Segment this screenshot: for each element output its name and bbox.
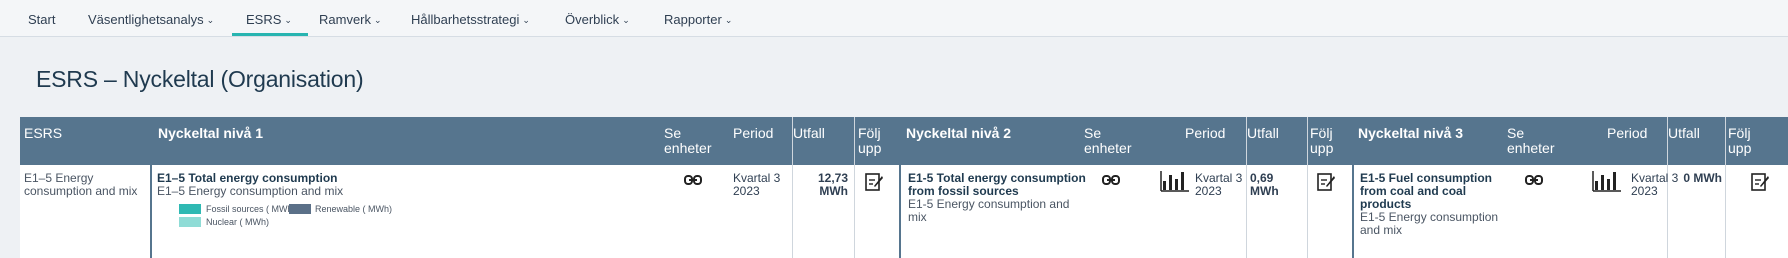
level1-period: Kvartal 3 2023	[733, 172, 780, 198]
header-text: upp	[858, 140, 882, 156]
header-text: enheter	[1507, 140, 1555, 156]
header-text: enheter	[664, 140, 712, 156]
nav-esrs[interactable]: ESRS ⌄	[232, 0, 308, 36]
period-line: 2023	[1195, 184, 1222, 198]
level2-kpi-cell[interactable]: E1-5 Total energy consumption from fossi…	[908, 172, 1088, 224]
header-se-enheter-2: Se enheter	[1084, 126, 1131, 156]
header-text: Följ	[1310, 125, 1333, 141]
header-se-enheter-1: Se enheter	[664, 126, 711, 156]
bar-chart-icon[interactable]	[1160, 170, 1190, 195]
header-text: upp	[1310, 140, 1334, 156]
level3-kpi-sub: and mix	[1360, 223, 1403, 237]
header-utfall-3: Utfall	[1668, 125, 1700, 141]
legend-swatch-nuclear	[179, 217, 201, 227]
period-line: 2023	[1631, 184, 1658, 198]
page-title: ESRS – Nyckeltal (Organisation)	[36, 66, 364, 92]
column-divider	[792, 117, 793, 258]
nav-label: Ramverk	[319, 12, 372, 27]
level1-kpi-sub: E1–5 Energy consumption and mix	[157, 184, 344, 198]
header-text: Se	[1084, 125, 1102, 141]
header-text: upp	[1728, 140, 1752, 156]
nav-vasentlighetsanalys[interactable]: Väsentlighetsanalys ⌄	[88, 0, 214, 36]
chevron-down-icon: ⌄	[284, 15, 292, 25]
nav-hallbarhetsstrategi[interactable]: Hållbarhetsstrategi ⌄	[411, 0, 530, 36]
chevron-down-icon: ⌄	[206, 15, 215, 25]
header-se-enheter-3: Se enheter	[1507, 126, 1554, 156]
nav-label: Väsentlighetsanalys	[88, 12, 204, 27]
header-level2: Nyckeltal nivå 2	[906, 125, 1012, 141]
kpi-table: ESRS Nyckeltal nivå 1 Se enheter Period U…	[20, 117, 1788, 258]
nav-label: Hållbarhetsstrategi	[411, 12, 520, 27]
esrs-cell: E1–5 Energy consumption and mix	[24, 172, 137, 198]
chevron-down-icon: ⌄	[374, 15, 382, 25]
edit-note-icon[interactable]	[1316, 172, 1336, 195]
column-divider	[1246, 117, 1247, 258]
legend-renewable: Renewable ( MWh)	[315, 204, 393, 214]
level3-kpi-cell[interactable]: E1-5 Fuel consumption from coal and coal…	[1360, 172, 1510, 237]
level2-kpi-sub: E1-5 Energy consumption and	[908, 197, 1070, 211]
nav-overblick[interactable]: Överblick ⌄	[565, 0, 630, 36]
header-folj-upp-1: Följ upp	[858, 126, 881, 156]
group-separator	[1352, 117, 1354, 258]
level2-kpi-sub: mix	[908, 210, 927, 224]
level2-period: Kvartal 3 2023	[1195, 172, 1242, 198]
header-text: Se	[1507, 125, 1525, 141]
chevron-down-icon: ⌄	[622, 15, 630, 25]
legend-swatch-renewable	[289, 204, 311, 214]
chevron-down-icon: ⌄	[724, 15, 733, 25]
column-divider	[1307, 117, 1308, 258]
level2-value: 0,69 MWh	[1250, 171, 1279, 198]
level3-value: 0 MWh	[1683, 171, 1722, 185]
top-navigation: Start Väsentlighetsanalys ⌄ ESRS ⌄ Ramverk…	[0, 0, 1788, 37]
nav-ramverk[interactable]: Ramverk ⌄	[319, 0, 382, 36]
table-header: ESRS Nyckeltal nivå 1 Se enheter Period U…	[20, 117, 1788, 165]
header-text: Följ	[858, 125, 881, 141]
header-period-2: Period	[1185, 125, 1226, 141]
header-level1: Nyckeltal nivå 1	[158, 125, 264, 141]
period-line: 2023	[733, 184, 760, 198]
nav-label: Överblick	[565, 12, 620, 27]
column-divider	[1725, 117, 1726, 258]
bar-chart-icon[interactable]	[1592, 170, 1622, 195]
legend-swatch-fossil	[179, 204, 201, 214]
header-utfall-2: Utfall	[1247, 125, 1279, 141]
legend-fossil: Fossil sources ( MWh)	[206, 204, 296, 214]
nav-label: ESRS	[246, 12, 282, 27]
column-divider	[854, 117, 855, 258]
group-separator	[150, 117, 152, 258]
header-text: Följ	[1728, 125, 1751, 141]
link-icon[interactable]	[1102, 174, 1120, 189]
edit-note-icon[interactable]	[864, 172, 884, 195]
legend-nuclear: Nuclear ( MWh)	[206, 217, 270, 227]
group-separator	[899, 117, 901, 258]
link-icon[interactable]	[1525, 174, 1543, 189]
header-text: enheter	[1084, 140, 1132, 156]
edit-note-icon[interactable]	[1750, 172, 1770, 195]
level1-value: 12,73 MWh	[796, 172, 848, 198]
header-utfall-1: Utfall	[793, 125, 825, 141]
header-esrs: ESRS	[24, 125, 63, 141]
header-period-1: Period	[733, 125, 774, 141]
header-text: Se	[664, 125, 682, 141]
value-line: MWh	[819, 184, 848, 198]
header-folj-upp-2: Följ upp	[1310, 126, 1333, 156]
header-folj-upp-3: Följ upp	[1728, 126, 1751, 156]
nav-label: Start	[28, 12, 56, 27]
header-level3: Nyckeltal nivå 3	[1358, 125, 1464, 141]
nav-start[interactable]: Start	[28, 0, 55, 36]
chevron-down-icon: ⌄	[522, 15, 530, 25]
esrs-line: consumption and mix	[24, 184, 138, 198]
nav-label: Rapporter	[664, 12, 722, 27]
link-icon[interactable]	[684, 174, 702, 189]
header-period-3: Period	[1607, 125, 1648, 141]
level1-kpi-cell[interactable]: E1–5 Total energy consumption E1–5 Energ…	[157, 172, 637, 198]
nav-rapporter[interactable]: Rapporter ⌄	[664, 0, 732, 36]
